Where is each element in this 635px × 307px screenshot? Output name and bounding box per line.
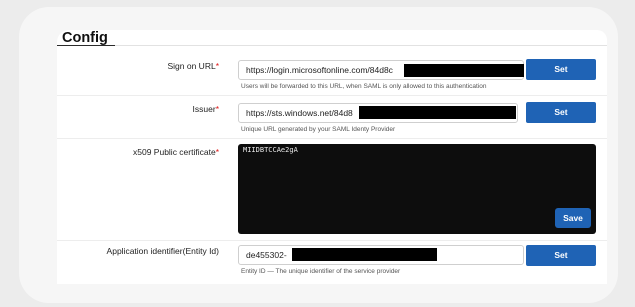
issuer-label-text: Issuer xyxy=(192,104,216,114)
required-mark: * xyxy=(215,61,219,71)
redaction-block xyxy=(292,248,437,261)
issuer-set-button[interactable]: Set xyxy=(526,102,596,123)
certificate-label-text: x509 Public certificate xyxy=(133,147,216,157)
row-divider xyxy=(57,138,607,139)
certificate-value: MIIDBTCCAe2gA xyxy=(243,146,298,154)
certificate-label: x509 Public certificate* xyxy=(6,147,219,157)
entity-id-label: Application identifier(Entity Id) xyxy=(6,246,219,256)
required-mark: * xyxy=(215,104,219,114)
required-mark: * xyxy=(215,147,219,157)
issuer-value: https://sts.windows.net/84d8 xyxy=(246,108,353,118)
issuer-label: Issuer* xyxy=(6,104,219,114)
entity-id-value: de455302- xyxy=(246,250,287,260)
title-underline xyxy=(57,45,115,46)
issuer-hint: Unique URL generated by your SAML Identy… xyxy=(241,126,396,133)
sign-on-url-label: Sign on URL* xyxy=(6,61,219,71)
entity-id-set-button[interactable]: Set xyxy=(526,245,596,266)
sign-on-url-set-button[interactable]: Set xyxy=(526,59,596,80)
certificate-save-button[interactable]: Save xyxy=(555,208,591,228)
sign-on-url-value: https://login.microsoftonline.com/84d8c xyxy=(246,65,393,75)
sign-on-url-label-text: Sign on URL xyxy=(167,61,216,71)
row-divider xyxy=(57,95,607,96)
certificate-textarea[interactable] xyxy=(238,144,596,234)
redaction-block xyxy=(359,106,516,119)
title-divider xyxy=(57,45,607,46)
sign-on-url-hint: Users will be forwarded to this URL, whe… xyxy=(241,83,487,90)
entity-id-label-text: Application identifier(Entity Id) xyxy=(106,246,219,256)
entity-id-hint: Entity ID — The unique identifier of the… xyxy=(241,268,401,275)
config-title: Config xyxy=(62,30,108,46)
redaction-block xyxy=(404,64,524,77)
row-divider xyxy=(57,240,607,241)
